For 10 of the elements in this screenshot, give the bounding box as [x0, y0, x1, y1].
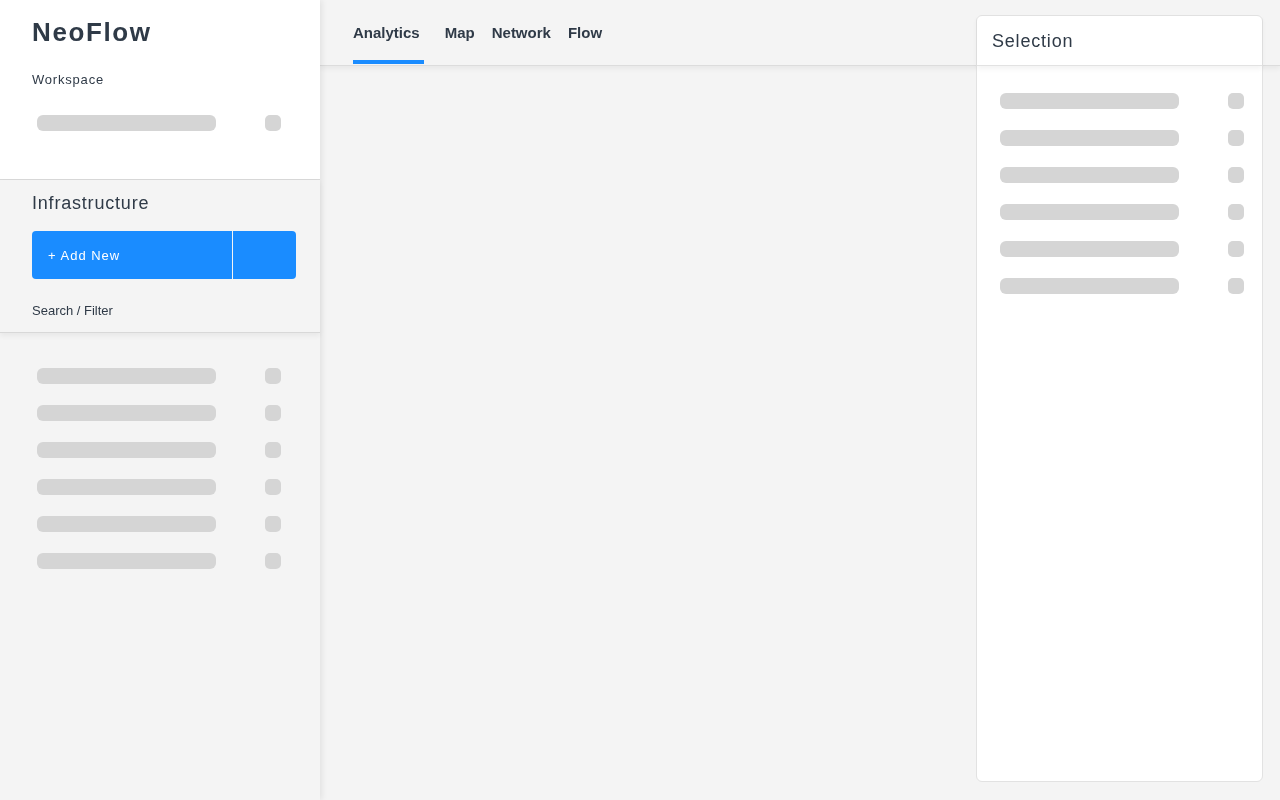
section-title: Infrastructure — [32, 192, 151, 214]
brand-title: NeoFlow — [32, 16, 153, 48]
tab[interactable]: Flow — [567, 0, 603, 64]
tab[interactable]: Network — [491, 0, 551, 64]
tab[interactable]: Map — [444, 0, 475, 64]
search-filter-label: Search / Filter — [32, 303, 114, 318]
workspace-label: Workspace — [32, 72, 105, 87]
tab[interactable]: Analytics — [353, 0, 424, 64]
panel-title: Selection — [992, 31, 1074, 51]
menu-toggle-button[interactable] — [233, 231, 296, 279]
